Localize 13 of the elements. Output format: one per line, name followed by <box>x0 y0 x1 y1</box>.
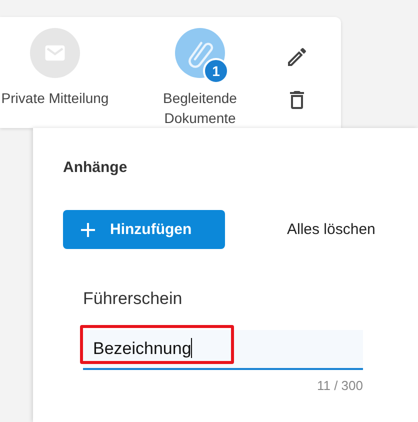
section-title: Anhänge <box>63 158 128 178</box>
text-cursor <box>191 338 192 358</box>
character-counter: 11 / 300 <box>316 378 363 394</box>
count-badge: 1 <box>203 58 229 84</box>
attachment-type-button[interactable]: 1 Begleitende Dokumente <box>145 28 255 128</box>
item-label: Begleitende Dokumente <box>162 89 238 128</box>
edit-icon[interactable] <box>285 45 309 69</box>
attachment-name: Führerschein <box>83 288 184 310</box>
item-label: Private Mitteilung <box>0 89 110 108</box>
attachment-type-button[interactable]: Private Mitteilung <box>0 28 110 128</box>
add-button[interactable]: Hinzufügen <box>63 210 225 249</box>
clear-all-button[interactable]: Alles löschen <box>277 217 386 242</box>
plus-icon <box>80 222 96 238</box>
